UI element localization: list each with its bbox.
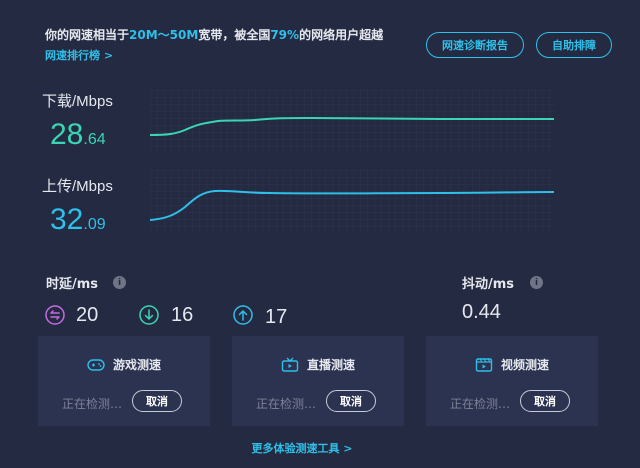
live-speed-card[interactable]: 直播测速 正在检测… 取消 — [232, 336, 404, 426]
download-graph — [150, 90, 554, 152]
speed-rank-link[interactable]: 网速排行榜 > — [45, 47, 113, 63]
summary-mid: 宽带，被全国 — [198, 28, 271, 42]
summary-range: 20M～50M — [129, 28, 199, 42]
card-title-row: 视频测速 — [426, 356, 598, 373]
video-speed-title: 视频测速 — [500, 358, 549, 372]
gamepad-icon — [87, 358, 105, 371]
upload-value-dec: .09 — [83, 216, 106, 233]
video-speed-cancel-button[interactable]: 取消 — [520, 390, 570, 412]
tv-live-icon — [281, 357, 299, 372]
download-value-dec: .64 — [83, 131, 106, 148]
arrow-up-icon — [233, 305, 253, 325]
upload-value-int: 32 — [50, 203, 84, 236]
live-speed-cancel-button[interactable]: 取消 — [326, 390, 376, 412]
game-speed-cancel-button[interactable]: 取消 — [132, 390, 182, 412]
jitter-label: 抖动/ms — [462, 277, 515, 292]
latency-info-icon[interactable]: i — [113, 276, 126, 289]
card-title-row: 直播测速 — [232, 356, 404, 373]
latency-bidirectional-value: 20 — [76, 304, 99, 326]
upload-value: 32.09 — [50, 203, 106, 237]
diagnosis-report-button[interactable]: 网速诊断报告 — [426, 32, 524, 58]
speed-summary: 你的网速相当于20M～50M宽带，被全国79%的网络用户超越 — [45, 26, 383, 43]
video-icon — [475, 357, 493, 372]
download-value-int: 28 — [50, 118, 84, 151]
game-speed-status: 正在检测… — [62, 397, 123, 411]
jitter-info-icon[interactable]: i — [530, 276, 543, 289]
self-troubleshoot-button[interactable]: 自助排障 — [536, 32, 612, 58]
upload-graph-grid — [150, 170, 554, 232]
download-label: 下载/Mbps — [42, 93, 113, 110]
summary-prefix: 你的网速相当于 — [45, 28, 130, 42]
game-speed-card[interactable]: 游戏测速 正在检测… 取消 — [38, 336, 210, 426]
card-title-row: 游戏测速 — [38, 356, 210, 373]
latency-upload-value: 17 — [265, 306, 288, 328]
summary-percent: 79% — [270, 28, 300, 42]
latency-download-value: 16 — [171, 304, 194, 326]
live-speed-title: 直播测速 — [306, 358, 355, 372]
upload-graph — [150, 170, 554, 232]
download-value: 28.64 — [50, 118, 106, 152]
game-speed-title: 游戏测速 — [112, 358, 161, 372]
jitter-value: 0.44 — [462, 301, 501, 323]
more-tools-link[interactable]: 更多体验测速工具 > — [0, 440, 604, 456]
arrow-down-icon — [139, 305, 159, 325]
video-speed-card[interactable]: 视频测速 正在检测… 取消 — [426, 336, 598, 426]
upload-label: 上传/Mbps — [42, 178, 113, 195]
summary-suffix: 的网络用户超越 — [299, 28, 384, 42]
download-graph-grid — [150, 90, 554, 152]
video-speed-status: 正在检测… — [450, 397, 511, 411]
live-speed-status: 正在检测… — [256, 397, 317, 411]
bidirectional-arrows-icon — [45, 305, 65, 325]
latency-label: 时延/ms — [46, 277, 99, 292]
